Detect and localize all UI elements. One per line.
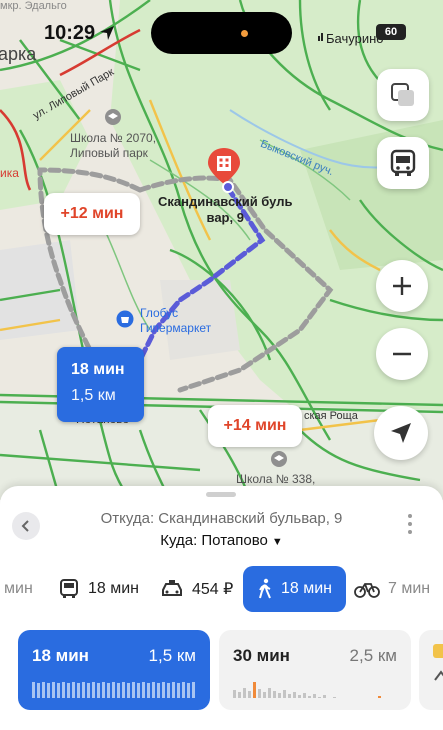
route-main-distance: 1,5 км [71, 387, 116, 404]
taxi-icon [162, 580, 182, 596]
status-time: 10:29 [44, 22, 96, 44]
map-view[interactable]: арка мкр. Эдальго ул. Липовый Парк Школа… [0, 0, 443, 500]
mode-taxi-label: 454 ₽ [192, 581, 234, 598]
status-carrier: Бачурино [326, 31, 384, 46]
signal-icon [318, 33, 323, 41]
caret-down-icon: ▼ [271, 536, 283, 548]
layers-icon [391, 83, 414, 106]
elevation-profile [32, 682, 195, 698]
bike-icon [354, 583, 380, 598]
route-main-time: 18 мин [71, 361, 125, 378]
mode-car-partial[interactable]: мин [4, 566, 33, 612]
mode-bus[interactable]: 18 мин [58, 566, 139, 612]
zoom-out-button[interactable] [376, 328, 428, 380]
mode-bus-label: 18 мин [88, 580, 140, 597]
route-card-peek[interactable] [419, 630, 443, 710]
elevation-profile [233, 682, 381, 698]
zoom-in-button[interactable] [376, 260, 428, 312]
route-card-alternative[interactable]: 30 мин 2,5 км [219, 630, 411, 710]
route-to[interactable]: Куда: Потапово ▼ [0, 532, 443, 549]
school-icon [105, 109, 121, 125]
mode-taxi[interactable]: 454 ₽ [160, 566, 233, 612]
map-label-roshcha: ская Роща [304, 410, 358, 422]
route-alt-1-label: +12 мин [60, 205, 124, 222]
map-label-school-2070: Школа № 2070, Липовый парк [70, 131, 157, 160]
mode-walk-label: 18 мин [281, 580, 333, 597]
route-card-selected[interactable]: 18 мин 1,5 км [18, 630, 210, 710]
mode-walk[interactable]: 18 мин [243, 566, 347, 612]
map-label-destination: Скандинавский буль вар, 9 [158, 194, 293, 225]
status-bar: 10:29 Бачурино 60 [0, 0, 443, 60]
plus-icon [393, 277, 411, 295]
mode-bike[interactable]: 7 мин [354, 566, 430, 612]
route-sheet[interactable]: Откуда: Скандинавский бульвар, 9 Куда: П… [0, 486, 443, 730]
transit-button[interactable] [377, 137, 429, 189]
route-card-distance: 2,5 км [349, 646, 397, 665]
sheet-grabber[interactable] [206, 492, 236, 497]
route-main-bubble[interactable]: 18 мин 1,5 км [57, 347, 144, 422]
destination-dot-icon [222, 181, 234, 193]
transport-mode-tabs: мин 18 мин 454 ₽ 18 мин 7 мин [0, 566, 443, 612]
walk-icon [259, 578, 271, 599]
minus-icon [393, 352, 411, 356]
route-from[interactable]: Откуда: Скандинавский бульвар, 9 [0, 510, 443, 527]
bus-icon [60, 579, 78, 598]
my-location-button[interactable] [374, 406, 428, 460]
layers-button[interactable] [377, 69, 429, 121]
route-to-label: Куда: Потапово [160, 532, 268, 549]
route-alt-1-bubble[interactable]: +12 мин [44, 193, 140, 235]
route-card-peek-icon [433, 644, 443, 681]
shopping-icon [116, 310, 134, 328]
dynamic-island [151, 12, 292, 54]
location-services-icon [100, 26, 114, 40]
bus-icon [390, 149, 416, 176]
school-icon [271, 451, 287, 467]
route-card-distance: 1,5 км [148, 646, 196, 665]
route-alt-2-bubble[interactable]: +14 мин [208, 405, 302, 447]
map-label-globus: Глобус Гипермаркет [140, 306, 212, 335]
route-card-time: 30 мин [233, 646, 290, 665]
location-arrow-icon [391, 423, 411, 443]
map-label-school-338: Школа № 338, [236, 472, 316, 486]
mode-bike-label: 7 мин [388, 580, 431, 597]
battery-indicator: 60 [376, 24, 406, 40]
route-alt-2-label: +14 мин [223, 417, 287, 434]
route-card-time: 18 мин [32, 646, 89, 665]
more-options-button[interactable] [408, 514, 414, 538]
map-label-ika: ика [0, 166, 19, 180]
mode-car-label: мин [4, 580, 33, 597]
